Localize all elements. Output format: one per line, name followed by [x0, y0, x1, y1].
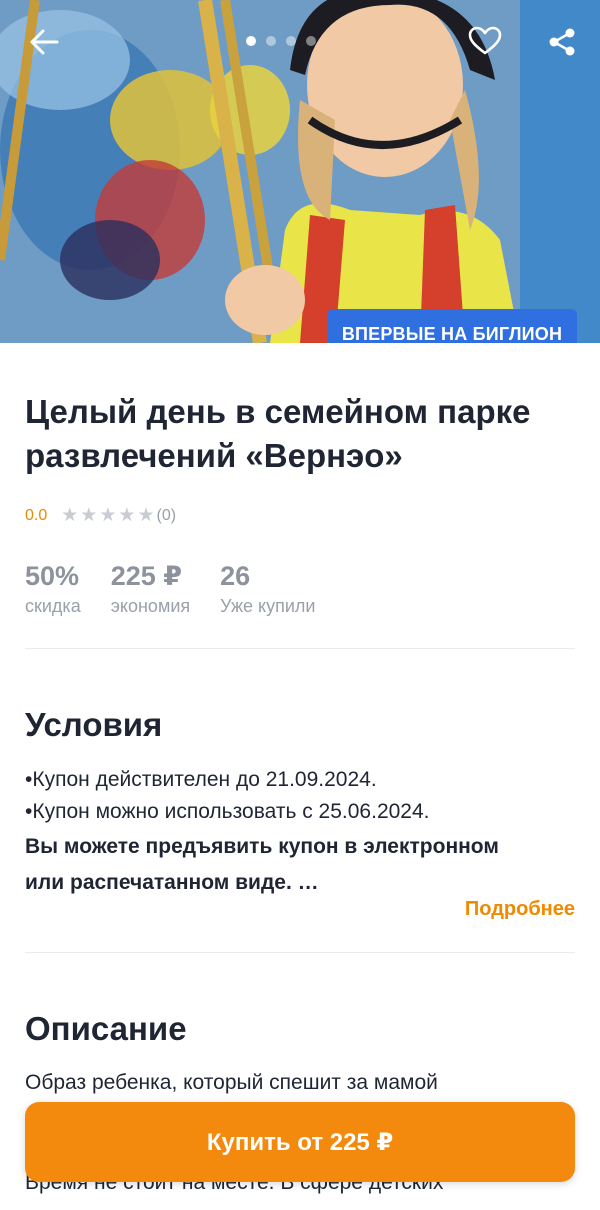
stat-value: 50%	[25, 561, 80, 591]
star-icon: ★	[118, 505, 136, 526]
condition-item: •Купон можно использовать с 25.06.2024.	[25, 800, 430, 823]
carousel-dot[interactable]	[306, 36, 316, 46]
rating-stars: ★ ★ ★ ★ ★	[61, 506, 154, 526]
description-text: Образ ребенка, который спешит за мамой	[25, 1071, 438, 1094]
conditions-list: •Купон действителен до 21.09.2024. •Купо…	[25, 764, 580, 900]
condition-note: или распечатанном виде. …	[25, 871, 319, 894]
stat-label: скидка	[25, 596, 81, 616]
rating-value: 0.0	[25, 507, 48, 524]
deal-title: Целый день в семейном парке развлечений …	[25, 393, 531, 474]
deal-stats: 50% скидка 225 ₽ экономия 26 Уже купили	[25, 558, 345, 617]
divider	[25, 952, 575, 953]
first-time-badge: ВПЕРВЫЕ НА БИГЛИОН	[327, 309, 577, 343]
star-icon: ★	[137, 505, 155, 526]
stat-label: экономия	[110, 596, 191, 616]
stat-label: Уже купили	[220, 596, 316, 616]
more-link[interactable]: Подробнее	[465, 898, 575, 921]
star-icon: ★	[80, 505, 98, 526]
stat-discount: 50% скидка	[25, 558, 81, 617]
description-title: Описание	[25, 1010, 187, 1047]
conditions-title: Условия	[25, 706, 163, 743]
stat-value: 225 ₽	[110, 561, 183, 591]
carousel-dot[interactable]	[286, 36, 296, 46]
divider	[25, 648, 575, 649]
buy-button[interactable]: Купить от 225 ₽	[25, 1102, 575, 1182]
back-button[interactable]	[22, 20, 66, 64]
hero-image[interactable]: ВПЕРВЫЕ НА БИГЛИОН	[0, 0, 600, 343]
share-icon	[549, 28, 575, 56]
condition-item: •Купон действителен до 21.09.2024.	[25, 768, 377, 791]
rating[interactable]: 0.0 ★ ★ ★ ★ ★ (0)	[25, 506, 176, 526]
star-icon: ★	[99, 505, 117, 526]
share-button[interactable]	[540, 20, 584, 64]
favorite-button[interactable]	[463, 19, 507, 63]
condition-note: Вы можете предъявить купон в электронном	[25, 835, 499, 858]
stat-purchased: 26 Уже купили	[220, 558, 315, 617]
carousel-dot[interactable]	[266, 36, 276, 46]
carousel-indicator	[246, 36, 316, 46]
rating-count: (0)	[156, 507, 177, 524]
carousel-dot[interactable]	[246, 36, 256, 46]
heart-outline-icon	[468, 26, 502, 55]
star-icon: ★	[61, 505, 79, 526]
stat-value: 26	[220, 561, 251, 591]
stat-savings: 225 ₽ экономия	[111, 558, 190, 617]
hero-photo	[0, 0, 600, 343]
arrow-left-icon	[30, 29, 59, 55]
